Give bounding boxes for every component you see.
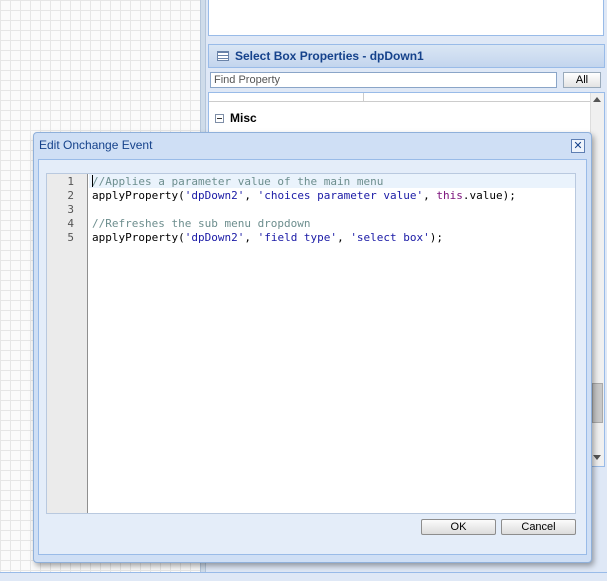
vertical-scrollbar[interactable] xyxy=(590,93,604,466)
status-strip xyxy=(0,572,607,581)
text-cursor xyxy=(92,175,93,187)
find-property-input[interactable] xyxy=(210,72,557,88)
dialog-body: 1 2 3 4 5 //Applies a parameter value of… xyxy=(38,159,587,555)
scroll-thumb[interactable] xyxy=(592,383,603,423)
edit-onchange-dialog: Edit Onchange Event ✕ 1 2 3 4 5 //Applie… xyxy=(33,132,592,563)
grid-column-header xyxy=(209,93,590,102)
group-label: Misc xyxy=(230,111,257,125)
close-icon[interactable]: ✕ xyxy=(571,139,585,153)
code-editor[interactable]: 1 2 3 4 5 //Applies a parameter value of… xyxy=(46,173,576,514)
upper-panel-box xyxy=(208,0,604,36)
line-number: 1 xyxy=(67,175,74,188)
property-grid-icon xyxy=(217,51,229,61)
line-number: 2 xyxy=(67,189,74,202)
dialog-title: Edit Onchange Event xyxy=(39,138,153,152)
line-number: 3 xyxy=(67,203,74,216)
scroll-up-arrow-icon[interactable] xyxy=(593,97,601,102)
code-line-5[interactable]: applyProperty('dpDown2', 'field type', '… xyxy=(92,231,443,244)
find-property-row: All xyxy=(208,70,605,92)
code-line-4[interactable]: //Refreshes the sub menu dropdown xyxy=(92,217,311,230)
properties-header: Select Box Properties - dpDown1 xyxy=(208,44,605,68)
code-line-1[interactable]: //Applies a parameter value of the main … xyxy=(92,175,383,188)
all-button[interactable]: All xyxy=(563,72,601,88)
column-separator[interactable] xyxy=(363,93,364,101)
line-number: 5 xyxy=(67,231,74,244)
collapse-icon[interactable] xyxy=(215,113,224,123)
ok-button[interactable]: OK xyxy=(421,519,496,535)
scroll-down-arrow-icon[interactable] xyxy=(593,455,601,460)
group-row-misc[interactable]: Misc xyxy=(215,111,257,125)
properties-title: Select Box Properties - dpDown1 xyxy=(235,49,424,63)
code-line-2[interactable]: applyProperty('dpDown2', 'choices parame… xyxy=(92,189,516,202)
line-number: 4 xyxy=(67,217,74,230)
cancel-button[interactable]: Cancel xyxy=(501,519,576,535)
